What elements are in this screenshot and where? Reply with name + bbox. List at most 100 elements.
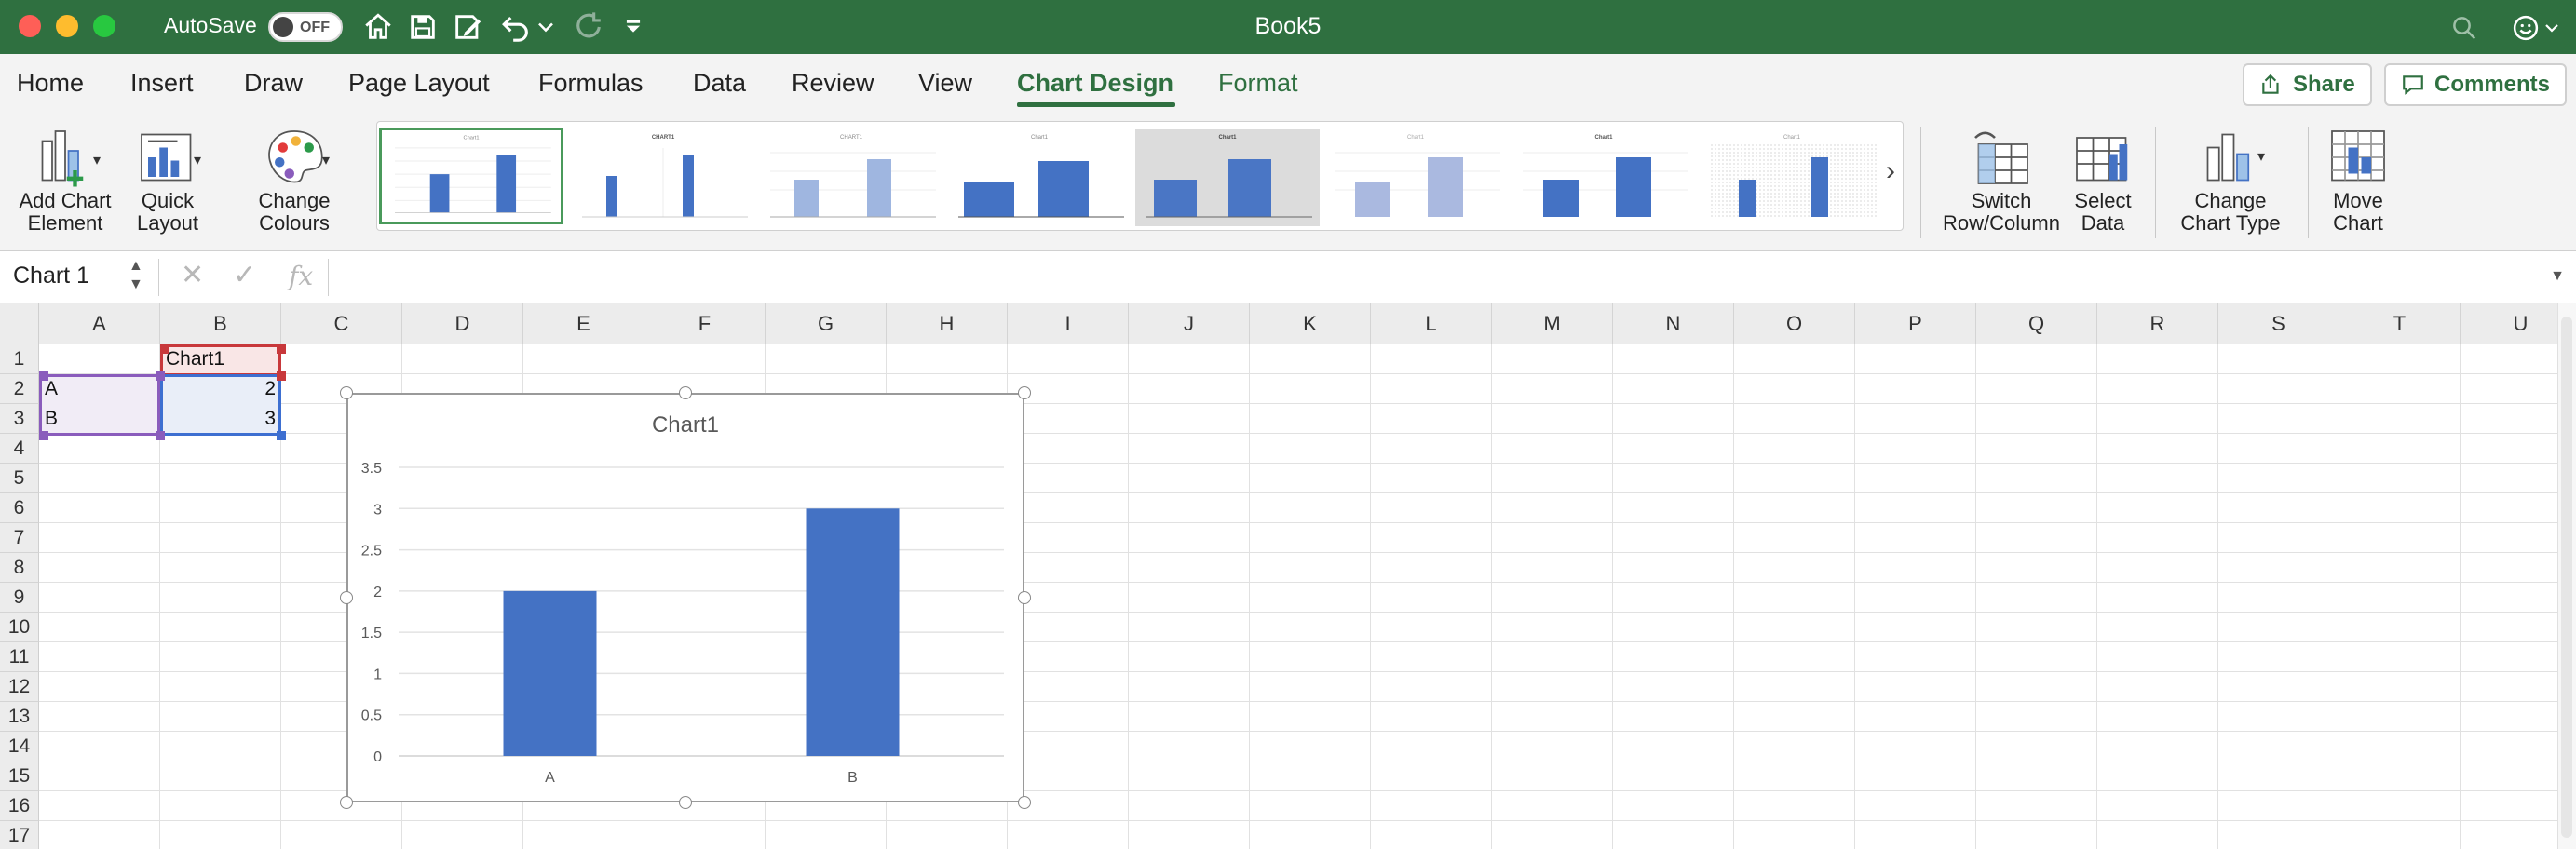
chart-style-1[interactable]: Chart1 bbox=[379, 128, 563, 224]
row-header-10[interactable]: 10 bbox=[0, 613, 39, 642]
chart-style-7[interactable]: Chart1 bbox=[1512, 129, 1696, 226]
row-header-5[interactable]: 5 bbox=[0, 464, 39, 493]
minimize-window-button[interactable] bbox=[56, 15, 78, 37]
tab-data[interactable]: Data bbox=[693, 69, 746, 98]
column-header-B[interactable]: B bbox=[160, 303, 281, 344]
select-data-button[interactable]: Select Data bbox=[2066, 119, 2140, 235]
undo-icon[interactable] bbox=[497, 8, 535, 46]
column-header-H[interactable]: H bbox=[887, 303, 1008, 344]
expand-formula-bar-icon[interactable]: ▼ bbox=[2550, 268, 2565, 285]
change-colours-button[interactable]: Change Colours bbox=[244, 119, 345, 235]
column-header-G[interactable]: G bbox=[766, 303, 887, 344]
column-header-D[interactable]: D bbox=[402, 303, 523, 344]
column-header-R[interactable]: R bbox=[2097, 303, 2218, 344]
bar-B[interactable] bbox=[806, 508, 900, 756]
home-icon[interactable] bbox=[359, 8, 397, 46]
vertical-scrollbar-thumb[interactable] bbox=[2561, 317, 2572, 838]
chart-resize-handle[interactable] bbox=[679, 386, 692, 399]
maximize-window-button[interactable] bbox=[93, 15, 115, 37]
tab-view[interactable]: View bbox=[918, 69, 972, 98]
tab-formulas[interactable]: Formulas bbox=[538, 69, 644, 98]
undo-dropdown-icon[interactable] bbox=[533, 8, 559, 46]
chart-resize-handle[interactable] bbox=[1018, 796, 1031, 809]
gallery-next-arrow[interactable]: › bbox=[1886, 155, 1895, 187]
chart-style-3[interactable]: CHART1 bbox=[759, 129, 943, 226]
change-chart-type-button[interactable]: Change Chart Type bbox=[2168, 119, 2293, 235]
cell-B2[interactable]: 2 bbox=[160, 374, 281, 404]
feedback-smiley-icon[interactable] bbox=[2507, 9, 2544, 47]
change-chart-type-dropdown-icon[interactable]: ▾ bbox=[2257, 147, 2265, 166]
vertical-scrollbar[interactable] bbox=[2557, 303, 2576, 849]
name-box-stepper[interactable]: ▲ ▼ bbox=[129, 257, 143, 294]
tab-home[interactable]: Home bbox=[17, 69, 84, 98]
row-header-9[interactable]: 9 bbox=[0, 583, 39, 613]
chart-resize-handle[interactable] bbox=[1018, 591, 1031, 604]
feedback-dropdown-icon[interactable] bbox=[2541, 9, 2563, 47]
save-icon[interactable] bbox=[404, 8, 441, 46]
chart-style-8[interactable]: Chart1 bbox=[1700, 129, 1884, 226]
search-icon[interactable] bbox=[2446, 9, 2483, 47]
column-header-S[interactable]: S bbox=[2218, 303, 2339, 344]
column-header-A[interactable]: A bbox=[39, 303, 160, 344]
add-chart-element-dropdown-icon[interactable]: ▾ bbox=[93, 151, 101, 169]
switch-row-column-button[interactable]: Switch Row/Column bbox=[1941, 119, 2062, 235]
chart-resize-handle[interactable] bbox=[340, 591, 353, 604]
chart-style-5[interactable]: Chart1 bbox=[1135, 129, 1320, 226]
chart-style-4[interactable]: Chart1 bbox=[947, 129, 1132, 226]
tab-insert[interactable]: Insert bbox=[130, 69, 194, 98]
tab-page-layout[interactable]: Page Layout bbox=[348, 69, 490, 98]
move-chart-button[interactable]: Move Chart bbox=[2321, 119, 2395, 235]
range-resize-handle[interactable] bbox=[277, 371, 286, 381]
row-header-11[interactable]: 11 bbox=[0, 642, 39, 672]
column-header-J[interactable]: J bbox=[1129, 303, 1250, 344]
tab-draw[interactable]: Draw bbox=[244, 69, 303, 98]
share-button[interactable]: Share bbox=[2243, 63, 2372, 106]
row-header-8[interactable]: 8 bbox=[0, 553, 39, 583]
column-header-T[interactable]: T bbox=[2339, 303, 2461, 344]
add-chart-element-button[interactable]: Add Chart Element bbox=[13, 119, 117, 235]
column-header-E[interactable]: E bbox=[523, 303, 644, 344]
cell-A3[interactable]: B bbox=[39, 404, 160, 434]
row-header-13[interactable]: 13 bbox=[0, 702, 39, 732]
column-header-P[interactable]: P bbox=[1855, 303, 1976, 344]
confirm-formula-icon[interactable]: ✓ bbox=[233, 259, 256, 291]
row-header-16[interactable]: 16 bbox=[0, 791, 39, 821]
column-header-K[interactable]: K bbox=[1250, 303, 1371, 344]
row-header-14[interactable]: 14 bbox=[0, 732, 39, 761]
tab-review[interactable]: Review bbox=[792, 69, 874, 98]
chart-resize-handle[interactable] bbox=[679, 796, 692, 809]
row-header-12[interactable]: 12 bbox=[0, 672, 39, 702]
autosave-toggle[interactable]: OFF bbox=[268, 12, 343, 42]
row-header-15[interactable]: 15 bbox=[0, 761, 39, 791]
chart-resize-handle[interactable] bbox=[1018, 386, 1031, 399]
insert-function-button[interactable]: fx bbox=[289, 261, 313, 291]
bar-A[interactable] bbox=[503, 590, 597, 756]
chart-style-6[interactable]: Chart1 bbox=[1323, 129, 1508, 226]
cell-B1[interactable]: Chart1 bbox=[160, 344, 281, 374]
chart-resize-handle[interactable] bbox=[340, 386, 353, 399]
row-header-4[interactable]: 4 bbox=[0, 434, 39, 464]
chart-style-2[interactable]: CHART1 bbox=[571, 129, 755, 226]
chart-object[interactable]: Chart1 0 0.5 1 1.5 2 2.5 3 3.5 A B bbox=[346, 393, 1024, 802]
close-window-button[interactable] bbox=[19, 15, 41, 37]
range-resize-handle[interactable] bbox=[39, 371, 48, 381]
save-as-edit-icon[interactable] bbox=[449, 8, 486, 46]
customize-toolbar-icon[interactable] bbox=[617, 8, 650, 46]
tab-format[interactable]: Format bbox=[1218, 69, 1298, 98]
range-resize-handle[interactable] bbox=[156, 431, 165, 440]
chart-resize-handle[interactable] bbox=[340, 796, 353, 809]
tab-chart-design[interactable]: Chart Design bbox=[1017, 69, 1173, 98]
column-header-N[interactable]: N bbox=[1613, 303, 1734, 344]
change-colours-dropdown-icon[interactable]: ▾ bbox=[322, 151, 330, 169]
quick-layout-button[interactable]: Quick Layout bbox=[129, 119, 207, 235]
select-all-corner[interactable] bbox=[0, 303, 39, 344]
redo-icon[interactable] bbox=[570, 8, 607, 46]
row-header-6[interactable]: 6 bbox=[0, 493, 39, 523]
comments-button[interactable]: Comments bbox=[2384, 63, 2568, 106]
column-header-O[interactable]: O bbox=[1734, 303, 1855, 344]
quick-layout-dropdown-icon[interactable]: ▾ bbox=[194, 151, 201, 169]
row-header-1[interactable]: 1 bbox=[0, 344, 39, 374]
name-box[interactable]: Chart 1 bbox=[13, 263, 89, 290]
range-resize-handle[interactable] bbox=[277, 344, 286, 354]
column-header-Q[interactable]: Q bbox=[1976, 303, 2097, 344]
